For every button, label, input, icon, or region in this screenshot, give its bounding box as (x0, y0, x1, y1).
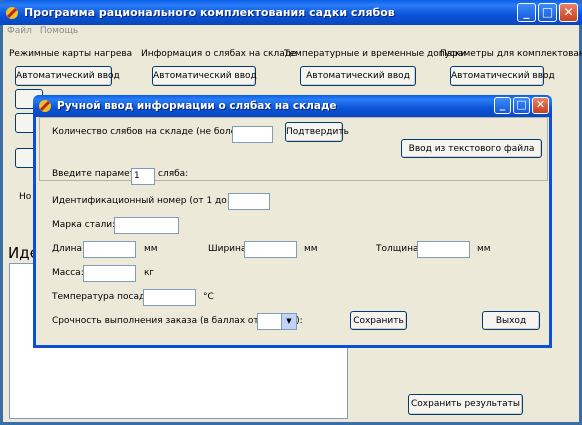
tolerances-label: Температурные и временные допуски (284, 49, 467, 59)
packaging-params-label: Параметры для комплектования (440, 49, 582, 59)
mass-unit: кг (144, 268, 155, 278)
steel-grade-label: Марка стали: (52, 220, 116, 230)
dialog-close-button[interactable]: ✕ (532, 97, 549, 114)
maximize-button[interactable]: □ (538, 3, 557, 22)
app-logo-icon (5, 6, 19, 20)
thickness-unit: мм (477, 244, 491, 254)
heating-maps-auto-button[interactable]: Автоматический ввод (15, 66, 120, 86)
dialog-maximize-button[interactable]: □ (513, 97, 530, 114)
heating-maps-label: Режимные карты нагрева (9, 49, 133, 59)
packaging-params-auto-button[interactable]: Автоматический ввод (450, 66, 555, 86)
partial-label-ide: Иде (8, 244, 34, 262)
confirm-button[interactable]: Подтвердить (285, 122, 349, 142)
params-suffix-label: сляба: (158, 169, 189, 179)
dialog-logo-icon (38, 99, 52, 113)
dialog-client-area: Количество слябов на складе (не более 10… (36, 117, 549, 345)
exit-button[interactable]: Выход (482, 311, 540, 330)
charge-temp-input[interactable] (143, 289, 196, 306)
thickness-label: Толщина: (376, 244, 422, 254)
slab-index-input[interactable]: 1 (131, 168, 155, 185)
menu-file[interactable]: Файл (7, 25, 32, 39)
width-unit: мм (304, 244, 318, 254)
urgency-select[interactable]: ▼ (257, 313, 297, 330)
save-button[interactable]: Сохранить (350, 311, 407, 330)
steel-grade-input[interactable] (114, 217, 179, 234)
thickness-input[interactable] (417, 241, 470, 258)
main-title-bar[interactable]: Программа рационального комплектования с… (0, 0, 582, 25)
import-from-file-button[interactable]: Ввод из текстового файла (401, 139, 542, 158)
length-label: Длина: (52, 244, 86, 254)
slab-info-auto-button[interactable]: Автоматический ввод (152, 66, 257, 86)
mass-input[interactable] (83, 265, 136, 282)
tolerances-auto-button[interactable]: Автоматический ввод (300, 66, 416, 86)
menu-help[interactable]: Помощь (40, 25, 78, 39)
mass-label: Масса: (52, 268, 84, 278)
id-input[interactable] (228, 193, 270, 210)
width-input[interactable] (244, 241, 297, 258)
slab-info-label: Информация о слябах на складе (141, 49, 297, 59)
length-unit: мм (144, 244, 158, 254)
chevron-down-icon[interactable]: ▼ (281, 314, 296, 329)
slab-count-input[interactable] (232, 126, 273, 143)
partial-label-no: Но (19, 192, 32, 202)
manual-input-dialog: Ручной ввод информации о слябах на склад… (33, 95, 552, 348)
main-window-title: Программа рационального комплектования с… (24, 6, 395, 19)
temp-unit: °С (203, 292, 214, 302)
close-button[interactable]: ✕ (559, 3, 578, 22)
dialog-minimize-button[interactable]: _ (494, 97, 511, 114)
length-input[interactable] (83, 241, 136, 258)
dialog-title-bar[interactable]: Ручной ввод информации о слябах на склад… (33, 95, 552, 117)
save-results-button[interactable]: Сохранить результаты (408, 394, 523, 415)
minimize-button[interactable]: _ (517, 3, 536, 22)
dialog-title: Ручной ввод информации о слябах на склад… (57, 100, 337, 112)
charge-temp-label: Температура посада: (52, 292, 154, 302)
menu-bar: Файл Помощь (3, 25, 579, 39)
